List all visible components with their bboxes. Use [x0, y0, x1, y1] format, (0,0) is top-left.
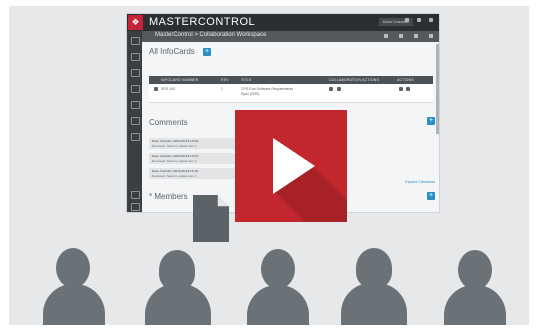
- list-item: Dave Cranston (2016-08-19 10:11) Reviewe…: [149, 168, 249, 179]
- comment-meta: Dave Cranston (2016-08-19 10:02): [152, 139, 199, 143]
- col-collab-actions: COLLABORATION ACTIONS: [329, 78, 380, 82]
- sidebar-help-icon: [131, 191, 140, 199]
- comment-text: Reviewed. Need to update item 3: [152, 174, 197, 178]
- sidebar-info-icon: [131, 53, 140, 61]
- play-button[interactable]: [235, 110, 347, 222]
- audience-silhouette: [341, 248, 407, 325]
- topbar-icons: [405, 18, 433, 22]
- users-icon: [337, 87, 341, 91]
- video-thumbnail[interactable]: ❖ MASTERCONTROL Dave Cranston MasterCont…: [9, 6, 529, 325]
- table-row: SRS-100 1 CPS-End Software Requirements …: [149, 84, 433, 103]
- breadcrumb-icons: [384, 34, 433, 38]
- app-sidebar: [127, 31, 142, 212]
- cell-title: CPS-End Software Requirements Spec (SRS): [241, 87, 294, 96]
- lock-icon: [154, 87, 158, 91]
- sidebar-document-icon: [131, 69, 140, 77]
- sidebar-home-icon: [131, 37, 140, 45]
- sidebar-tasks-icon: [131, 101, 140, 109]
- audience-silhouette: [145, 250, 211, 325]
- list-item: Dave Cranston (2016-08-19 10:02) Reviewe…: [149, 138, 249, 149]
- comment-meta: Dave Cranston (2016-08-19 10:07): [152, 154, 199, 158]
- comments-title: Comments: [149, 118, 188, 127]
- scrollbar: [436, 44, 439, 134]
- more-icon: [429, 34, 433, 38]
- sidebar-user-icon: [131, 203, 140, 211]
- audience-silhouette: [43, 248, 105, 325]
- infocards-title: All InfoCards: [149, 47, 195, 56]
- col-title: TITLE: [241, 78, 252, 82]
- col-actions: ACTIONS: [397, 78, 414, 82]
- audience-silhouette: [444, 250, 506, 325]
- app-logo-icon: ❖: [128, 15, 143, 30]
- col-infocard-number: INFOCARD NUMBER: [161, 78, 199, 82]
- audience-silhouette: [247, 249, 309, 325]
- flag-icon: [406, 87, 410, 91]
- app-title: MASTERCONTROL: [149, 16, 256, 28]
- home-icon: [417, 18, 421, 22]
- sidebar-report-icon: [131, 133, 140, 141]
- infocards-table-header: INFOCARD NUMBER REV TITLE COLLABORATION …: [149, 76, 433, 84]
- settings-icon: [429, 18, 433, 22]
- share-icon: [414, 34, 418, 38]
- add-member-button: +: [427, 192, 435, 200]
- sidebar-settings-icon: [131, 85, 140, 93]
- download-icon: [399, 34, 403, 38]
- breadcrumb: MasterControl > Collaboration Workspace: [155, 32, 267, 38]
- members-title: * Members: [149, 192, 188, 201]
- comment-text: Reviewed. Need to update item 2: [152, 159, 197, 163]
- breadcrumb-bar: MasterControl > Collaboration Workspace: [142, 31, 439, 42]
- col-rev: REV: [221, 78, 229, 82]
- comment-meta: Dave Cranston (2016-08-19 10:11): [152, 169, 199, 173]
- play-icon: [273, 138, 347, 222]
- expand-comments-link: Expand Comments: [405, 180, 435, 184]
- star-icon: [384, 34, 388, 38]
- add-infocard-button: +: [203, 48, 211, 56]
- comment-text: Reviewed. Need to update item 1: [152, 144, 197, 148]
- document-icon: [193, 195, 229, 242]
- add-comment-button: +: [427, 117, 435, 125]
- search-icon: [405, 18, 409, 22]
- cell-number: SRS-100: [161, 87, 176, 91]
- chat-icon: [329, 87, 333, 91]
- cell-rev: 1: [221, 87, 223, 91]
- list-item: Dave Cranston (2016-08-19 10:07) Reviewe…: [149, 153, 249, 164]
- view-icon: [399, 87, 403, 91]
- sidebar-folder-icon: [131, 117, 140, 125]
- app-topbar: ❖ MASTERCONTROL Dave Cranston: [127, 14, 439, 31]
